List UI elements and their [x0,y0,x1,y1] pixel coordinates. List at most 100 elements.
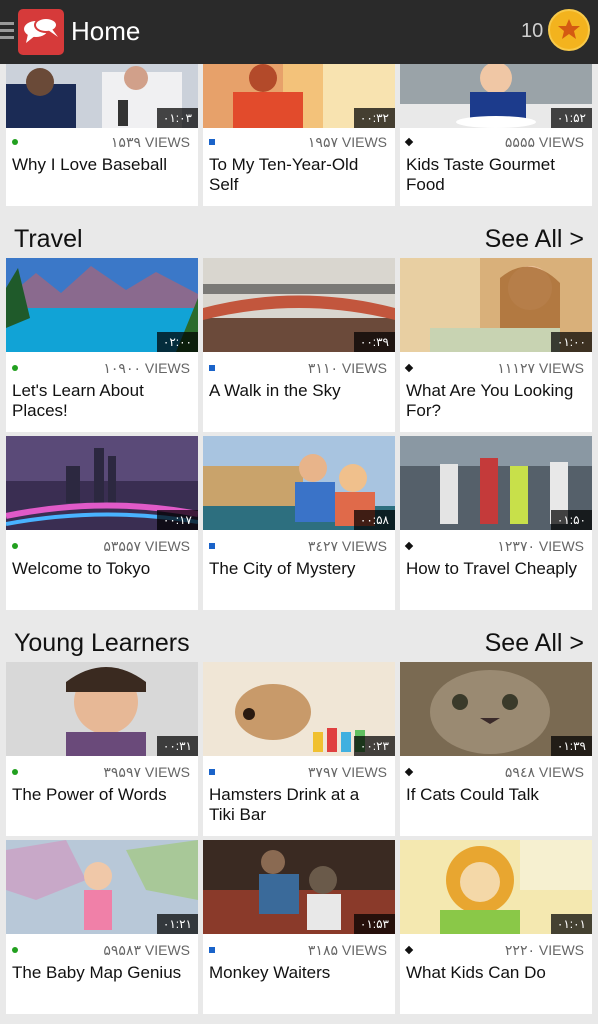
video-meta: ۳۷۹۷ VIEWS [209,764,387,782]
video-meta: ۵۵۵۵ VIEWS [404,134,584,152]
video-title[interactable]: How to Travel Cheaply [406,559,586,579]
category-square [209,947,215,953]
video-title[interactable]: Kids Taste Gourmet Food [406,155,586,195]
video-card[interactable]: ۰۱:۰۳ ۱۵۳۹ VIEWS Why I Love Baseball [6,64,198,206]
video-thumbnail[interactable]: ۰۱:۰۰ [400,258,592,352]
video-title[interactable]: What Kids Can Do [406,963,586,983]
category-dot [12,365,18,371]
view-count: ۱۵۳۹ VIEWS [110,134,190,150]
page-title: Home [71,16,141,46]
video-card[interactable]: ۰۰:۳۱ ۳۹۵۹۷ VIEWS The Power of Words [6,662,198,836]
video-card[interactable]: ۰۱:۵۳ ۳۱۸۵ VIEWS Monkey Waiters [203,840,395,1014]
view-count: ۳۷۹۷ VIEWS [307,764,387,780]
video-duration: ۰۲:۰۰ [156,332,198,352]
category-dot [12,769,18,775]
view-count: ۱۱۱۲۷ VIEWS [497,360,584,376]
video-duration: ۰۰:۳۲ [353,108,395,128]
video-thumbnail[interactable]: ۰۰:۳۹ [203,258,395,352]
category-dot [12,139,18,145]
video-card[interactable]: ۰۰:۵۸ ۳٤۲۷ VIEWS The City of Mystery [203,436,395,610]
video-duration: ۰۱:۰۳ [156,108,198,128]
video-meta: ۳۱۸۵ VIEWS [209,942,387,960]
video-thumbnail[interactable]: ۰۱:۳۹ [400,662,592,756]
view-count: ۳۹۵۹۷ VIEWS [103,764,190,780]
view-count: ۵۹٤۸ VIEWS [504,764,584,780]
video-meta: ۱۱۱۲۷ VIEWS [404,360,584,378]
video-duration: ۰۱:۵۰ [550,510,592,530]
video-card[interactable]: ۰۱:۲۱ ۵۹۵۸۳ VIEWS The Baby Map Genius [6,840,198,1014]
view-count: ۱۹۵۷ VIEWS [307,134,387,150]
view-count: ۵۵۵۵ VIEWS [504,134,584,150]
video-duration: ۰۰:۳۱ [156,736,198,756]
view-count: ۲۲۲۰ VIEWS [504,942,584,958]
video-duration: ۰۰:۱۷ [156,510,198,530]
view-count: ۳٤۲۷ VIEWS [307,538,387,554]
video-card[interactable]: ۰۰:۲۳ ۳۷۹۷ VIEWS Hamsters Drink at a Tik… [203,662,395,836]
video-thumbnail[interactable]: ۰۱:۵۰ [400,436,592,530]
video-duration: ۰۱:۲۱ [156,914,198,934]
video-meta: ۱۰۹۰۰ VIEWS [12,360,190,378]
video-card[interactable]: ۰۱:۰۱ ۲۲۲۰ VIEWS What Kids Can Do [400,840,592,1014]
video-title[interactable]: Monkey Waiters [209,963,389,983]
video-duration: ۰۱:۰۱ [550,914,592,934]
view-count: ۵۹۵۸۳ VIEWS [103,942,190,958]
video-title[interactable]: A Walk in the Sky [209,381,389,401]
section-title-young-learners: Young Learners [14,629,190,657]
video-title[interactable]: To My Ten-Year-Old Self [209,155,389,195]
video-title[interactable]: The Power of Words [12,785,192,805]
video-meta: ۵۳۵۵۷ VIEWS [12,538,190,556]
video-title[interactable]: Let's Learn About Places! [12,381,192,421]
video-title[interactable]: What Are You Looking For? [406,381,586,421]
video-card[interactable]: ۰۰:۳۹ ۳۱۱۰ VIEWS A Walk in the Sky [203,258,395,432]
video-thumbnail[interactable]: ۰۰:۵۸ [203,436,395,530]
category-diamond [404,767,414,777]
video-title[interactable]: If Cats Could Talk [406,785,586,805]
category-square [209,139,215,145]
video-thumbnail[interactable]: ۰۱:۰۳ [6,64,198,128]
video-meta: ۲۲۲۰ VIEWS [404,942,584,960]
view-count: ۱۰۹۰۰ VIEWS [103,360,190,376]
view-count: ۵۳۵۵۷ VIEWS [103,538,190,554]
category-dot [12,947,18,953]
video-thumbnail[interactable]: ۰۰:۳۲ [203,64,395,128]
video-card[interactable]: ۰۱:۵۲ ۵۵۵۵ VIEWS Kids Taste Gourmet Food [400,64,592,206]
video-meta: ۳۱۱۰ VIEWS [209,360,387,378]
video-meta: ۳۹۵۹۷ VIEWS [12,764,190,782]
video-thumbnail[interactable]: ۰۱:۵۳ [203,840,395,934]
category-square [209,543,215,549]
video-card[interactable]: ۰۲:۰۰ ۱۰۹۰۰ VIEWS Let's Learn About Plac… [6,258,198,432]
video-card[interactable]: ۰۱:۵۰ ۱۲۳۷۰ VIEWS How to Travel Cheaply [400,436,592,610]
video-thumbnail[interactable]: ۰۲:۰۰ [6,258,198,352]
see-all-young-learners-link[interactable]: See All > [485,629,584,658]
video-meta: ۱۵۳۹ VIEWS [12,134,190,152]
video-thumbnail[interactable]: ۰۱:۵۲ [400,64,592,128]
category-diamond [404,541,414,551]
video-meta: ۱۲۳۷۰ VIEWS [404,538,584,556]
video-card[interactable]: ۰۱:۳۹ ۵۹٤۸ VIEWS If Cats Could Talk [400,662,592,836]
category-diamond [404,137,414,147]
video-card[interactable]: ۰۱:۰۰ ۱۱۱۲۷ VIEWS What Are You Looking F… [400,258,592,432]
video-thumbnail[interactable]: ۰۱:۰۱ [400,840,592,934]
chat-bubbles-logo[interactable] [18,9,64,55]
video-meta: ۳٤۲۷ VIEWS [209,538,387,556]
video-title[interactable]: The City of Mystery [209,559,389,579]
see-all-travel-link[interactable]: See All > [485,225,584,254]
video-thumbnail[interactable]: ۰۰:۱۷ [6,436,198,530]
video-duration: ۰۱:۰۰ [550,332,592,352]
category-square [209,769,215,775]
video-meta: ۵۹۵۸۳ VIEWS [12,942,190,960]
video-card[interactable]: ۰۰:۱۷ ۵۳۵۵۷ VIEWS Welcome to Tokyo [6,436,198,610]
video-title[interactable]: Welcome to Tokyo [12,559,192,579]
video-title[interactable]: The Baby Map Genius [12,963,192,983]
star-coin-icon[interactable] [548,9,590,51]
video-thumbnail[interactable]: ۰۰:۲۳ [203,662,395,756]
menu-icon[interactable] [0,22,14,44]
video-meta: ۵۹٤۸ VIEWS [404,764,584,782]
video-title[interactable]: Why I Love Baseball [12,155,192,175]
view-count: ۱۲۳۷۰ VIEWS [497,538,584,554]
video-thumbnail[interactable]: ۰۱:۲۱ [6,840,198,934]
video-thumbnail[interactable]: ۰۰:۳۱ [6,662,198,756]
video-card[interactable]: ۰۰:۳۲ ۱۹۵۷ VIEWS To My Ten-Year-Old Self [203,64,395,206]
video-title[interactable]: Hamsters Drink at a Tiki Bar [209,785,389,825]
view-count: ۳۱۸۵ VIEWS [307,942,387,958]
